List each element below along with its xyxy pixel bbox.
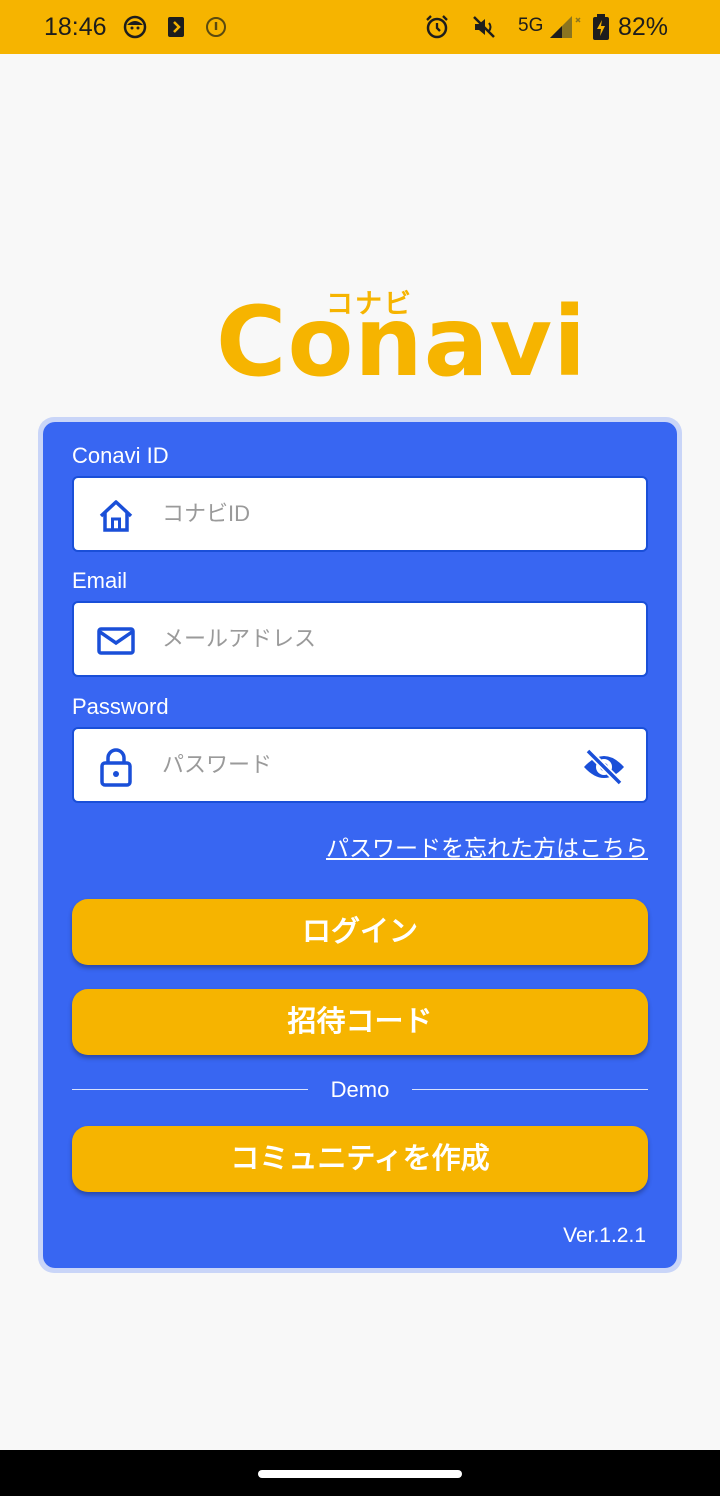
invite-code-button[interactable]: 招待コード bbox=[72, 989, 648, 1055]
lock-icon bbox=[96, 747, 136, 787]
email-field[interactable] bbox=[72, 601, 648, 677]
battery-level: 82% bbox=[618, 13, 669, 41]
signal-icon bbox=[548, 14, 582, 40]
password-input[interactable] bbox=[162, 745, 562, 785]
status-time: 18:46 bbox=[44, 13, 107, 41]
conavi-id-label: Conavi ID bbox=[72, 443, 169, 468]
home-icon bbox=[96, 496, 136, 536]
alarm-icon bbox=[424, 14, 450, 40]
eye-off-icon[interactable] bbox=[582, 747, 626, 787]
demo-divider-label: Demo bbox=[330, 1077, 390, 1102]
divider-left bbox=[72, 1089, 308, 1090]
password-field[interactable] bbox=[72, 727, 648, 803]
version-label: Ver.1.2.1 bbox=[563, 1224, 646, 1247]
conavi-id-input[interactable] bbox=[162, 494, 562, 534]
mail-icon bbox=[96, 621, 136, 661]
email-label: Email bbox=[72, 568, 128, 593]
conavi-logo: コナビ Conavi bbox=[214, 282, 586, 398]
mute-icon bbox=[471, 14, 497, 40]
logo-text: Conavi bbox=[216, 286, 588, 398]
email-input[interactable] bbox=[162, 619, 562, 659]
notification-icon bbox=[164, 14, 190, 40]
navigation-bar bbox=[0, 1450, 720, 1496]
network-type: 5G bbox=[518, 15, 544, 36]
face-icon bbox=[122, 14, 148, 40]
create-community-button[interactable]: コミュニティを作成 bbox=[72, 1126, 648, 1192]
battery-charging-icon bbox=[592, 14, 610, 40]
status-bar: 18:46 5G 82% bbox=[0, 0, 720, 54]
login-button[interactable]: ログイン bbox=[72, 899, 648, 965]
info-icon bbox=[203, 14, 229, 40]
forgot-password-link[interactable]: パスワードを忘れた方はこちら bbox=[326, 829, 648, 863]
home-gesture-handle[interactable] bbox=[258, 1470, 462, 1478]
password-label: Password bbox=[72, 694, 169, 719]
conavi-id-field[interactable] bbox=[72, 476, 648, 552]
divider-right bbox=[412, 1089, 648, 1090]
